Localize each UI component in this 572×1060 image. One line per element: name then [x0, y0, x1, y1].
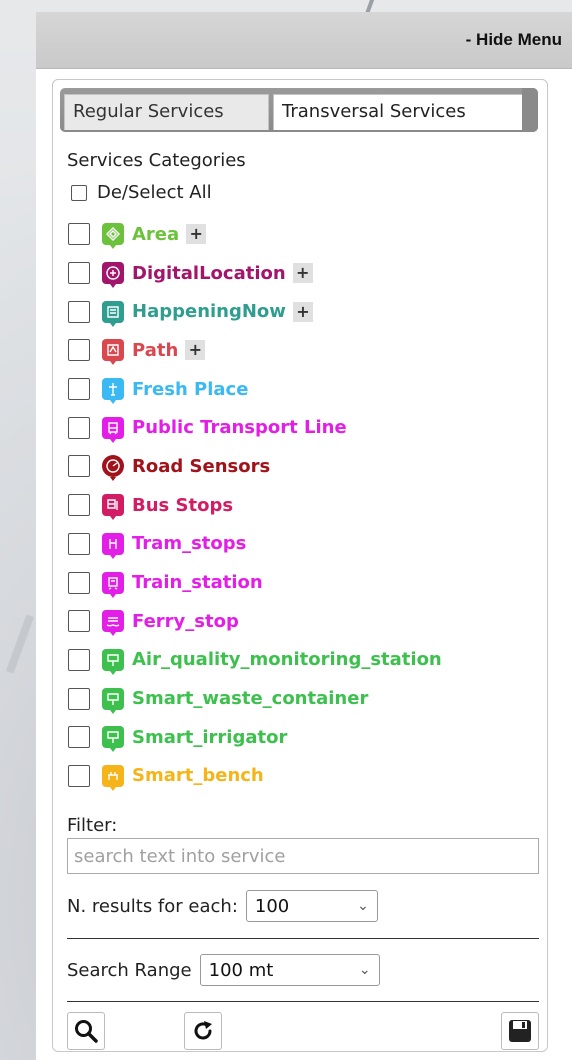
select-all-checkbox[interactable] — [71, 184, 87, 201]
services-menu-panel: - Hide Menu Regular Services Transversal… — [36, 12, 572, 1060]
service-row: Tram_stops — [68, 525, 548, 564]
service-row: Smart_irrigator — [68, 718, 548, 757]
filter-label: Filter: — [67, 815, 118, 836]
service-row: Smart_waste_container — [68, 679, 548, 718]
service-checkbox[interactable] — [68, 455, 90, 478]
service-checkbox[interactable] — [68, 416, 90, 439]
select-all-row: De/Select All — [71, 182, 212, 203]
service-checkbox[interactable] — [68, 610, 90, 633]
service-checkbox[interactable] — [68, 571, 90, 594]
service-label[interactable]: HappeningNow — [132, 301, 286, 322]
service-label[interactable]: Public Transport Line — [132, 417, 347, 438]
search-button[interactable] — [67, 1012, 105, 1050]
service-checkbox[interactable] — [68, 764, 90, 787]
results-value: 100 — [254, 895, 290, 917]
service-checkbox[interactable] — [68, 300, 90, 323]
expand-plus-button[interactable]: + — [292, 301, 313, 322]
digital-location-icon — [102, 262, 124, 289]
service-checkbox[interactable] — [68, 532, 90, 555]
divider — [67, 1001, 539, 1002]
save-button[interactable] — [501, 1012, 539, 1050]
service-checkbox[interactable] — [68, 378, 90, 401]
service-list: Area + DigitalLocation + HappeningNow + Path + F… — [68, 215, 548, 795]
search-range-label: Search Range — [67, 959, 192, 981]
service-checkbox[interactable] — [68, 726, 90, 749]
select-all-label: De/Select All — [97, 182, 212, 203]
service-label[interactable]: DigitalLocation — [132, 263, 286, 284]
service-checkbox[interactable] — [68, 494, 90, 517]
refresh-button[interactable] — [184, 1012, 222, 1050]
chevron-down-icon: ⌄ — [357, 898, 369, 914]
fresh-place-icon — [102, 378, 124, 405]
save-icon — [509, 1020, 531, 1042]
bus-stops-icon — [102, 494, 124, 521]
divider — [67, 938, 539, 939]
service-row: Area + — [68, 215, 548, 254]
search-range-select[interactable]: 100 mt ⌄ — [199, 954, 380, 986]
tab-regular-services[interactable]: Regular Services — [64, 94, 269, 130]
refresh-icon — [194, 1021, 212, 1040]
smart-bench-icon — [102, 764, 124, 791]
ferry-stop-icon — [102, 610, 124, 637]
service-row: Bus Stops — [68, 486, 548, 525]
service-checkbox[interactable] — [68, 223, 90, 246]
service-row: HappeningNow + — [68, 292, 548, 331]
service-label[interactable]: Tram_stops — [132, 533, 246, 554]
service-label[interactable]: Area — [132, 224, 179, 245]
service-label[interactable]: Smart_bench — [132, 765, 264, 786]
hide-menu-link[interactable]: - Hide Menu — [466, 30, 562, 50]
service-label[interactable]: Smart_waste_container — [132, 688, 368, 709]
service-label[interactable]: Fresh Place — [132, 379, 248, 400]
service-label[interactable]: Ferry_stop — [132, 611, 239, 632]
action-bar — [67, 1012, 539, 1050]
tram-stops-icon — [102, 532, 124, 559]
service-checkbox[interactable] — [68, 687, 90, 710]
smart-waste-icon — [102, 687, 124, 714]
service-row: Ferry_stop — [68, 602, 548, 641]
service-checkbox[interactable] — [68, 648, 90, 671]
search-range-row: Search Range 100 mt ⌄ — [67, 954, 380, 986]
tab-bar: Regular Services Transversal Services — [60, 88, 538, 132]
chevron-down-icon: ⌄ — [358, 962, 371, 978]
search-range-value: 100 mt — [208, 959, 274, 981]
service-row: DigitalLocation + — [68, 254, 548, 293]
path-icon — [102, 339, 124, 366]
smart-irrigator-icon — [102, 726, 124, 753]
service-label[interactable]: Smart_irrigator — [132, 727, 287, 748]
area-icon — [102, 223, 124, 250]
map-road — [5, 614, 35, 674]
happening-now-icon — [102, 300, 124, 327]
service-checkbox[interactable] — [68, 262, 90, 285]
expand-plus-button[interactable]: + — [186, 224, 207, 245]
service-row: Train_station — [68, 563, 548, 602]
service-row: Smart_bench — [68, 757, 548, 796]
tab-bar-edge — [522, 88, 538, 132]
service-row: Road Sensors — [68, 447, 548, 486]
service-label[interactable]: Bus Stops — [132, 495, 233, 516]
expand-plus-button[interactable]: + — [292, 263, 313, 284]
service-row: Path + — [68, 331, 548, 370]
service-label[interactable]: Air_quality_monitoring_station — [132, 649, 442, 670]
service-label[interactable]: Road Sensors — [132, 456, 270, 477]
menu-header: - Hide Menu — [36, 12, 572, 69]
air-quality-icon — [102, 648, 124, 675]
service-checkbox[interactable] — [68, 339, 90, 362]
results-select[interactable]: 100 ⌄ — [245, 890, 378, 922]
service-row: Air_quality_monitoring_station — [68, 641, 548, 680]
tab-transversal-services[interactable]: Transversal Services — [273, 94, 523, 130]
services-categories-title: Services Categories — [67, 150, 246, 171]
train-station-icon — [102, 571, 124, 598]
service-row: Fresh Place — [68, 370, 548, 409]
road-sensors-icon — [102, 455, 124, 482]
results-label: N. results for each: — [67, 895, 238, 917]
service-label[interactable]: Path — [132, 340, 178, 361]
search-icon — [75, 1020, 98, 1043]
filter-search-input[interactable] — [67, 838, 539, 874]
service-row: Public Transport Line — [68, 408, 548, 447]
public-transport-line-icon — [102, 416, 124, 443]
results-row: N. results for each: 100 ⌄ — [67, 890, 378, 922]
service-label[interactable]: Train_station — [132, 572, 263, 593]
services-box: Regular Services Transversal Services Se… — [52, 79, 548, 1052]
expand-plus-button[interactable]: + — [185, 340, 206, 361]
